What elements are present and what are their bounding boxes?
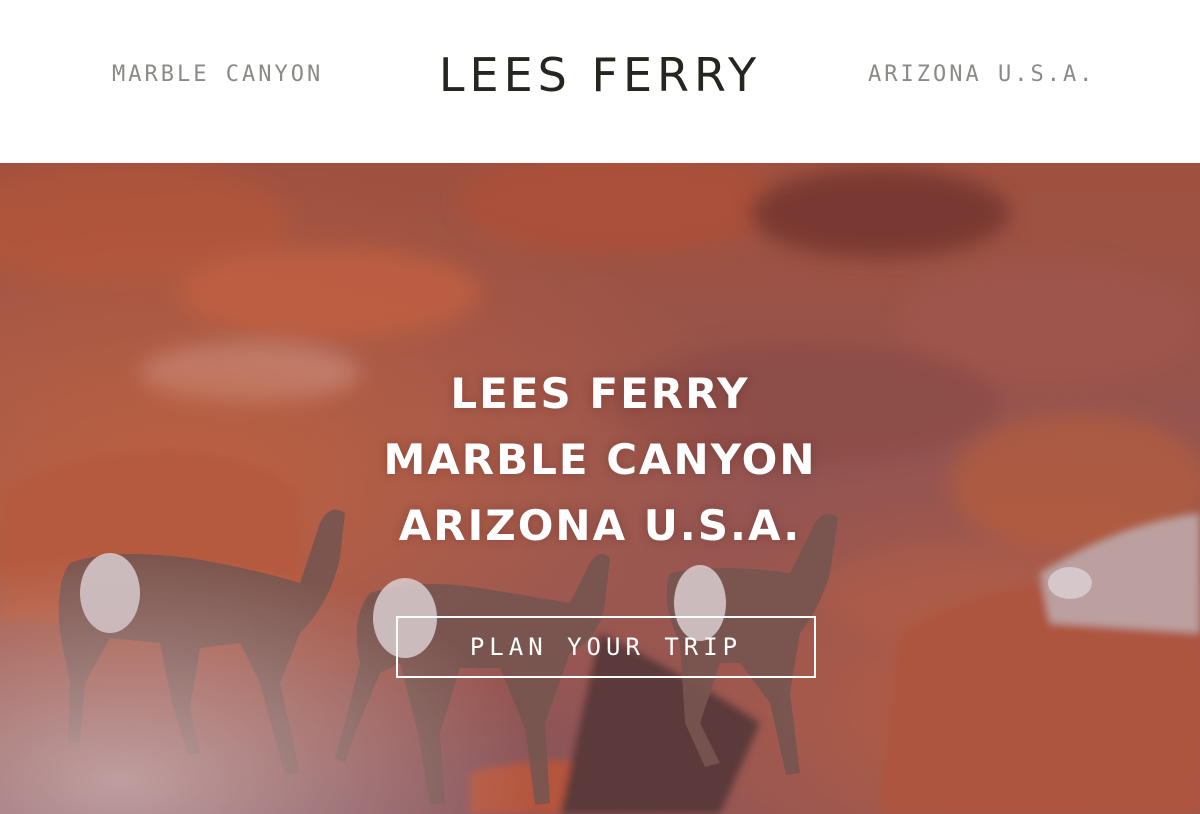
header-location-right: ARIZONA U.S.A. <box>868 62 1096 87</box>
hero-line-name: LEES FERRY <box>450 369 750 418</box>
hero-section: LEES FERRY MARBLE CANYON ARIZONA U.S.A. … <box>0 163 1200 814</box>
page: MARBLE CANYON LEES FERRY ARIZONA U.S.A. <box>0 0 1200 814</box>
hero-heading: LEES FERRY MARBLE CANYON ARIZONA U.S.A. <box>0 361 1200 559</box>
site-header: MARBLE CANYON LEES FERRY ARIZONA U.S.A. <box>0 0 1200 163</box>
plan-your-trip-button[interactable]: PLAN YOUR TRIP <box>396 616 816 678</box>
hero-line-state: ARIZONA U.S.A. <box>398 501 802 550</box>
hero-line-canyon: MARBLE CANYON <box>383 435 817 484</box>
